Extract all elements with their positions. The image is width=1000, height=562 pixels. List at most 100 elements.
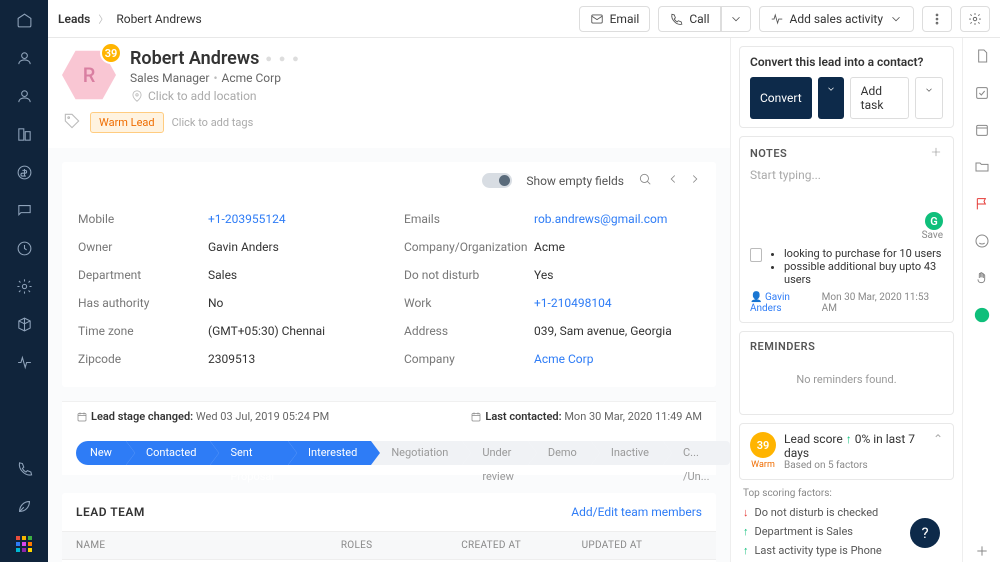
nav-package-icon[interactable] <box>16 316 33 336</box>
nav-chat-icon[interactable] <box>16 202 33 222</box>
field-row: OwnerGavin Anders <box>78 233 374 261</box>
call-dropdown[interactable] <box>721 6 751 32</box>
field-value[interactable]: rob.andrews@gmail.com <box>534 212 667 226</box>
field-label: Mobile <box>78 212 208 226</box>
note-timestamp: Mon 30 Mar, 2020 11:53 AM <box>822 292 943 314</box>
right-panel: Convert this lead into a contact? Conver… <box>730 38 962 562</box>
field-label: Time zone <box>78 324 208 338</box>
fields-search-icon[interactable] <box>638 172 652 189</box>
field-label: Company/Organization <box>404 240 534 254</box>
email-button[interactable]: Email <box>579 6 651 32</box>
add-task-button[interactable]: Add task <box>850 77 909 119</box>
rail-flag-icon[interactable] <box>974 196 990 215</box>
stage-under-review[interactable]: Under review <box>462 441 528 465</box>
fields-next-icon[interactable] <box>688 172 702 189</box>
stage-negotiation[interactable]: Negotiation <box>371 441 462 465</box>
nav-settings-icon[interactable] <box>16 278 33 298</box>
field-row: Address039, Sam avenue, Georgia <box>404 317 700 345</box>
field-label: Address <box>404 324 534 338</box>
stage-interested[interactable]: Interested <box>288 441 371 465</box>
field-label: Work <box>404 296 534 310</box>
field-label: Do not disturb <box>404 268 534 282</box>
score-circle: 39 <box>750 432 776 458</box>
rail-headset-icon[interactable] <box>974 307 990 326</box>
field-value: Sales <box>208 268 237 282</box>
more-menu-button[interactable] <box>922 6 952 32</box>
stage-new[interactable]: New <box>76 441 126 465</box>
rail-emoji-icon[interactable] <box>974 233 990 252</box>
field-value: 039, Sam avenue, Georgia <box>534 324 672 338</box>
breadcrumb-root[interactable]: Leads <box>58 12 90 26</box>
score-label: Warm <box>750 460 776 470</box>
reminders-title: REMINDERS <box>750 340 943 353</box>
nav-phone-icon[interactable] <box>16 460 33 480</box>
note-author: 👤 Gavin Anders <box>750 292 822 314</box>
add-sales-activity-button[interactable]: Add sales activity <box>759 6 915 32</box>
field-value[interactable]: +1-210498104 <box>534 296 612 310</box>
nav-lead-icon[interactable] <box>16 88 33 108</box>
fields-card: Show empty fields Mobile+1-203955124Owne… <box>62 162 716 387</box>
field-row: Emailsrob.andrews@gmail.com <box>404 205 700 233</box>
rail-folder-icon[interactable] <box>974 159 990 178</box>
field-label: Has authority <box>78 296 208 310</box>
grammarly-icon: G <box>925 212 943 230</box>
field-row: Zipcode2309513 <box>78 345 374 373</box>
add-edit-team-link[interactable]: Add/Edit team members <box>571 505 702 519</box>
add-task-dropdown[interactable] <box>915 77 943 119</box>
lead-team-title: LEAD TEAM <box>76 505 145 519</box>
call-button[interactable]: Call <box>658 6 720 32</box>
nav-deals-icon[interactable] <box>16 164 33 184</box>
main-content: Leads 〉 Robert Andrews Email Call Add sa… <box>48 0 1000 562</box>
stage-c-un-[interactable]: C... /Un... <box>663 441 723 465</box>
nav-home-icon[interactable] <box>16 12 33 32</box>
field-label: Company <box>404 352 534 366</box>
lead-stages: NewContactedSent ProposalInterestedNegot… <box>62 431 716 475</box>
lead-score-badge: 39 <box>100 42 122 64</box>
nav-time-icon[interactable] <box>16 240 33 260</box>
convert-dropdown[interactable] <box>818 77 844 119</box>
lead-location-placeholder[interactable]: Click to add location <box>130 89 301 103</box>
nav-leaf-icon[interactable] <box>16 498 33 518</box>
save-note-button[interactable]: Save <box>750 230 943 241</box>
field-label: Department <box>78 268 208 282</box>
field-label: Owner <box>78 240 208 254</box>
chevron-right-icon: 〉 <box>98 11 108 26</box>
field-value[interactable]: +1-203955124 <box>208 212 286 226</box>
stage-contacted[interactable]: Contacted <box>126 441 210 465</box>
stage-inactive[interactable]: Inactive <box>591 441 663 465</box>
nav-accounts-icon[interactable] <box>16 126 33 146</box>
rail-doc-icon[interactable] <box>974 48 990 67</box>
field-value: Acme <box>534 240 565 254</box>
field-value[interactable]: Acme Corp <box>534 352 593 366</box>
field-value: Gavin Anders <box>208 240 279 254</box>
apps-grid-icon[interactable] <box>16 536 32 552</box>
field-value: No <box>208 296 223 310</box>
rail-plus-icon[interactable] <box>974 543 990 562</box>
show-empty-toggle[interactable] <box>482 173 512 188</box>
tags-row: Warm Lead Click to add tags <box>48 107 730 148</box>
rail-checkbox-icon[interactable] <box>974 85 990 104</box>
add-note-icon[interactable] <box>929 145 943 162</box>
warm-lead-tag[interactable]: Warm Lead <box>90 112 164 133</box>
help-fab[interactable]: ? <box>910 518 940 548</box>
nav-contact-icon[interactable] <box>16 50 33 70</box>
add-tag-placeholder[interactable]: Click to add tags <box>172 116 254 129</box>
convert-button[interactable]: Convert <box>750 77 812 119</box>
stage-sent-proposal[interactable]: Sent Proposal <box>210 441 288 465</box>
rail-calendar-icon[interactable] <box>974 122 990 141</box>
score-collapse-icon[interactable]: ⌃ <box>933 432 943 446</box>
field-value: (GMT+05:30) Chennai <box>208 324 325 338</box>
rail-hand-icon[interactable] <box>974 270 990 289</box>
nav-activity-icon[interactable] <box>16 354 33 374</box>
field-row: Has authorityNo <box>78 289 374 317</box>
lead-name: Robert Andrews● ● ● <box>130 48 301 69</box>
stage-demo[interactable]: Demo <box>528 441 591 465</box>
settings-button[interactable] <box>960 6 990 32</box>
notes-input[interactable]: Start typing... <box>750 162 943 212</box>
field-row: Work+1-210498104 <box>404 289 700 317</box>
field-row: Time zone(GMT+05:30) Chennai <box>78 317 374 345</box>
tag-icon <box>62 111 82 134</box>
fields-prev-icon[interactable] <box>666 172 680 189</box>
lead-team-card: LEAD TEAM Add/Edit team members NAMEROLE… <box>62 493 716 562</box>
lead-meta-row: Lead stage changed: Wed 03 Jul, 2019 05:… <box>62 401 716 431</box>
